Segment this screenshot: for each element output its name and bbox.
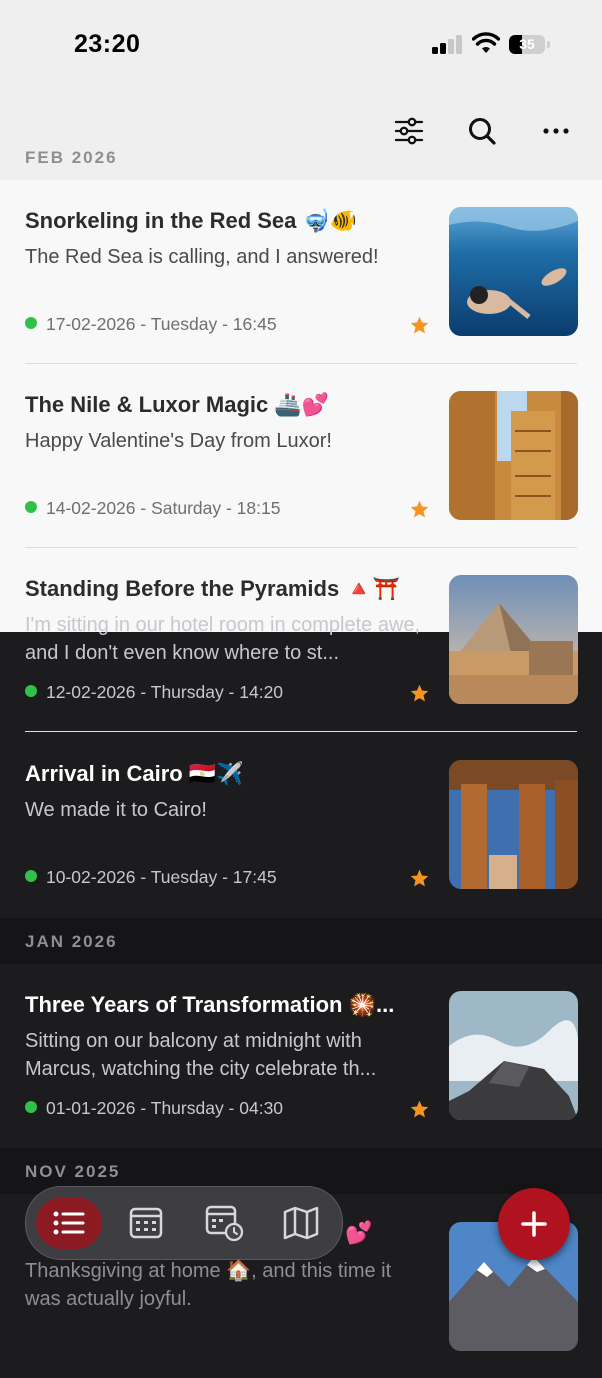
entry-title: Standing Before the Pyramids 🔺⛩️ <box>25 576 401 601</box>
status-dot <box>25 1101 37 1113</box>
entry-title: Three Years of Transformation 🎇... <box>25 992 395 1017</box>
tab-map[interactable] <box>275 1197 327 1249</box>
battery-cap <box>547 41 550 48</box>
star-icon[interactable] <box>409 683 430 704</box>
tab-calendar[interactable] <box>120 1197 172 1249</box>
luxor-temple-thumbnail <box>449 391 578 520</box>
snorkeling-thumbnail <box>449 207 578 336</box>
list-icon <box>53 1211 85 1235</box>
star-icon[interactable] <box>409 1099 430 1120</box>
entry-date-line: 14-02-2026 - Saturday - 18:15 <box>25 498 280 519</box>
entry-snippet: Thanksgiving at home 🏠, and this time it… <box>25 1260 392 1310</box>
add-entry-button[interactable] <box>498 1188 570 1260</box>
star-icon[interactable] <box>409 868 430 889</box>
tab-calendar-clock[interactable] <box>198 1197 250 1249</box>
calendar-icon <box>129 1207 163 1239</box>
pyramids-thumbnail <box>449 575 578 704</box>
status-dot <box>25 501 37 513</box>
entry-title: The Nile & Luxor Magic 🚢💕 <box>25 392 330 417</box>
tab-list[interactable] <box>36 1197 102 1249</box>
entry-card[interactable]: The Nile & Luxor Magic 🚢💕 Happy Valentin… <box>0 364 602 548</box>
bottom-tab-bar <box>25 1186 343 1260</box>
entry-date-line: 01-01-2026 - Thursday - 04:30 <box>25 1098 283 1119</box>
section-header-feb-2026: FEB 2026 <box>25 148 118 167</box>
entry-date: 01-01-2026 - Thursday - 04:30 <box>46 1098 284 1118</box>
entry-card[interactable]: Arrival in Cairo 🇪🇬✈️ We made it to Cair… <box>0 733 602 917</box>
star-icon[interactable] <box>409 499 430 520</box>
waves-rocks-thumbnail <box>449 991 578 1120</box>
entry-date: 12-02-2026 - Thursday - 14:20 <box>46 682 284 702</box>
entry-title: Snorkeling in the Red Sea 🤿🐠 <box>25 208 358 233</box>
entry-snippet: I'm sitting in our hotel room in complet… <box>25 614 421 664</box>
entry-snippet: We made it to Cairo! <box>25 799 207 821</box>
entry-snippet: The Red Sea is calling, and I answered! <box>25 246 379 268</box>
status-dot <box>25 685 37 697</box>
star-icon[interactable] <box>409 315 430 336</box>
entry-snippet: Happy Valentine's Day from Luxor! <box>25 430 332 452</box>
entry-card[interactable]: Three Years of Transformation 🎇... Sitti… <box>0 964 602 1148</box>
section-header-jan-2026: JAN 2026 <box>25 932 118 951</box>
battery-icon: 35 <box>509 35 545 54</box>
divider <box>25 731 577 732</box>
cairo-temple-thumbnail <box>449 760 578 889</box>
status-dot <box>25 317 37 329</box>
entry-date: 17-02-2026 - Tuesday - 16:45 <box>46 314 277 334</box>
entry-card[interactable]: Standing Before the Pyramids 🔺⛩️ I'm sit… <box>0 548 602 732</box>
status-time: 23:20 <box>74 30 141 58</box>
entry-card[interactable]: Snorkeling in the Red Sea 🤿🐠 The Red Sea… <box>0 180 602 364</box>
cellular-signal-icon <box>432 34 464 54</box>
wifi-icon <box>472 32 500 53</box>
entry-date-line: 12-02-2026 - Thursday - 14:20 <box>25 682 283 703</box>
calendar-clock-icon <box>205 1205 244 1242</box>
plus-icon <box>521 1211 547 1237</box>
entry-date-line: 10-02-2026 - Tuesday - 17:45 <box>25 867 277 888</box>
more-icon[interactable] <box>538 113 574 149</box>
entry-title: Arrival in Cairo 🇪🇬✈️ <box>25 761 244 786</box>
map-icon <box>283 1206 319 1240</box>
battery-percent: 35 <box>519 36 535 52</box>
section-header-nov-2025: NOV 2025 <box>25 1162 121 1181</box>
sliders-icon[interactable] <box>391 113 427 149</box>
entry-snippet: Sitting on our balcony at midnight with … <box>25 1030 377 1080</box>
entry-date: 14-02-2026 - Saturday - 18:15 <box>46 498 281 518</box>
status-dot <box>25 870 37 882</box>
entry-date: 10-02-2026 - Tuesday - 17:45 <box>46 867 277 887</box>
entry-date-line: 17-02-2026 - Tuesday - 16:45 <box>25 314 277 335</box>
entry-title: 💕 <box>345 1220 373 1245</box>
search-icon[interactable] <box>464 113 500 149</box>
